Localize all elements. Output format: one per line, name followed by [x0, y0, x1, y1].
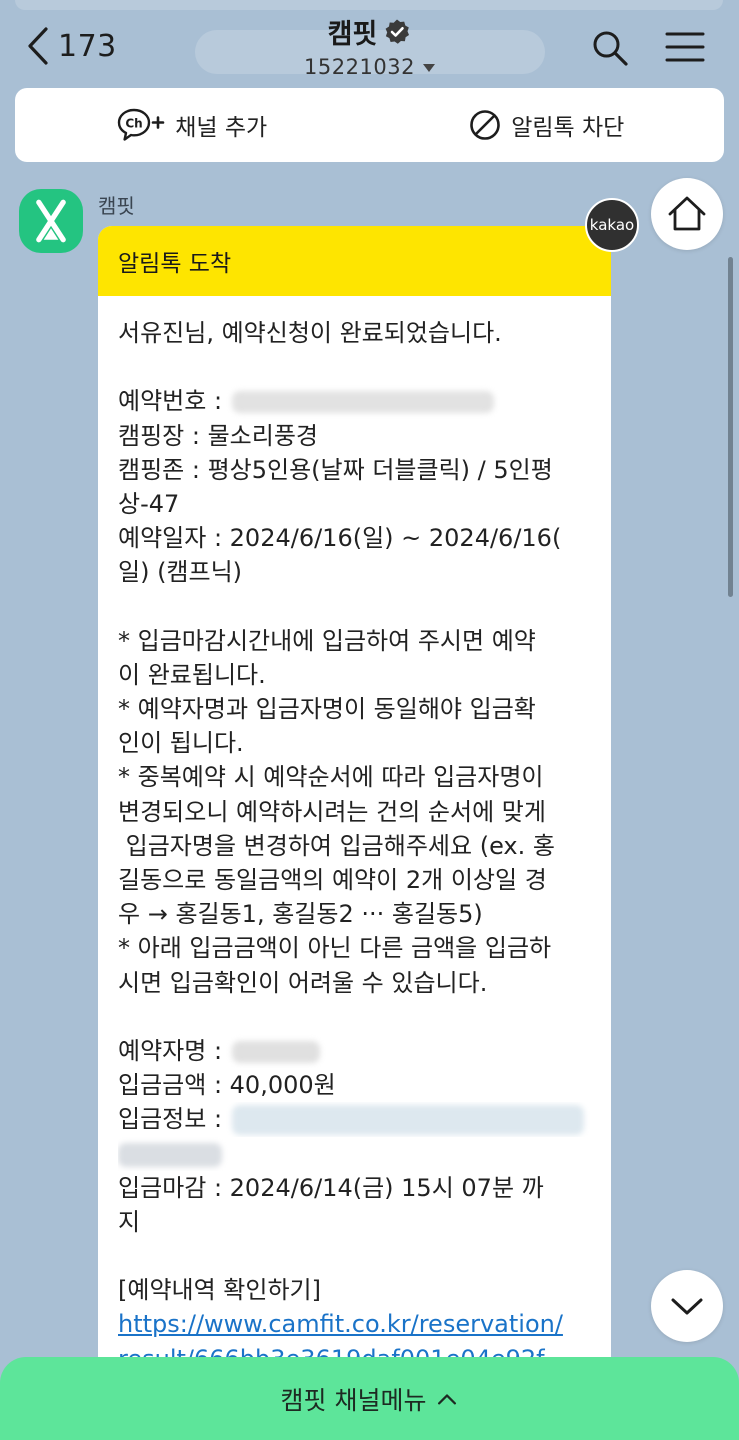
home-icon: [668, 196, 706, 231]
depositor-line: 예약자명 :: [118, 1034, 591, 1068]
scrollbar[interactable]: [728, 257, 733, 597]
sender-avatar[interactable]: [19, 189, 83, 253]
chevron-up-icon: [438, 1393, 457, 1405]
sender-name: 캠핏: [98, 194, 135, 218]
camp-zone-line-cont: 상-47: [118, 489, 180, 518]
deposit-amount-line: 입금금액 : 40,000원: [118, 1071, 336, 1100]
notice-text: 입금자명을 변경하여 입금해주세요 (ex. 홍: [118, 831, 555, 860]
bank-info-label: 입금정보 :: [118, 1105, 223, 1134]
search-button[interactable]: [590, 28, 630, 68]
scroll-down-button[interactable]: [651, 1270, 723, 1342]
channel-id: 15221032: [304, 55, 415, 79]
alimtalk-message: 알림톡 도착 서유진님, 예약신청이 완료되었습니다. 예약번호 : 캠핑장 :…: [98, 226, 611, 1366]
reservation-number-line: 예약번호 :: [118, 384, 591, 418]
channel-menu-bar[interactable]: 캠핏 채널메뉴: [0, 1357, 739, 1440]
reservation-date-line-cont: 일) (캠프닉): [118, 558, 243, 587]
channel-title: 캠핏: [327, 19, 378, 50]
deposit-deadline-line: 입금마감 : 2024/6/14(금) 15시 07분 까: [118, 1173, 544, 1202]
notice-text: 우 → 홍길동1, 홍길동2 ··· 홍길동5): [118, 900, 483, 929]
channel-menu-label: 캠핏 채널메뉴: [280, 1385, 427, 1415]
notice-text: * 입금마감시간내에 입금하여 주시면 예약: [118, 626, 536, 655]
notice-text: 길동으로 동일금액의 예약이 2개 이상일 경: [118, 866, 547, 894]
search-icon: [593, 31, 628, 66]
redacted-bank-info: [231, 1105, 584, 1136]
notice-text: * 아래 입금금액이 아닌 다른 금액을 입금하: [118, 934, 552, 963]
camfit-logo-icon: [36, 199, 66, 243]
notice-text: 변경되오니 예약하시려는 건의 순서에 맞게: [118, 797, 546, 826]
verified-badge-icon: [385, 19, 410, 44]
redacted-depositor-name: [231, 1040, 320, 1063]
chat-screen: 173 캠핏 15221032 Ch 채널 추가 알림톡 차단 캠핏 알림톡 도…: [0, 0, 739, 1440]
notice-text: 시면 입금확인이 어려울 수 있습니다.: [118, 968, 488, 997]
menu-icon: [665, 32, 705, 62]
menu-button[interactable]: [664, 30, 706, 64]
camp-site-line: 캠핑장 : 물소리풍경: [118, 421, 318, 450]
redacted-bank-info-cont: [118, 1142, 222, 1167]
depositor-label: 예약자명 :: [118, 1036, 223, 1065]
add-channel-label: 채널 추가: [175, 115, 268, 141]
home-button[interactable]: [651, 178, 723, 250]
reservation-date-line: 예약일자 : 2024/6/16(일) ~ 2024/6/16(: [118, 524, 562, 553]
greeting-text: 서유진님, 예약신청이 완료되었습니다.: [118, 319, 502, 347]
camp-zone-line: 캠핑존 : 평상5인용(날짜 더블클릭) / 5인평: [118, 455, 553, 484]
bank-info-line-cont: [118, 1137, 591, 1171]
caret-down-icon: [422, 64, 435, 72]
channel-add-icon: Ch: [118, 108, 165, 141]
notice-text: * 예약자명과 입금자명이 동일해야 입금확: [118, 695, 536, 724]
block-alimtalk-button[interactable]: 알림톡 차단: [370, 88, 725, 162]
redacted-reservation-number: [231, 391, 494, 414]
message-body: 서유진님, 예약신청이 완료되었습니다. 예약번호 : 캠핑장 : 물소리풍경 …: [98, 296, 611, 1366]
chevron-down-icon: [671, 1298, 703, 1315]
notice-text: 인이 됩니다.: [118, 729, 244, 758]
kakao-badge: kakao: [585, 198, 639, 252]
notice-text: * 중복예약 시 예약순서에 따라 입금자명이: [118, 763, 544, 792]
link-title: [예약내역 확인하기]: [118, 1276, 321, 1305]
message-header: 알림톡 도착: [98, 226, 611, 296]
reservation-link[interactable]: https://www.camfit.co.kr/reservation/: [118, 1307, 591, 1341]
block-icon: [470, 110, 500, 140]
notice-text: 이 완료됩니다.: [118, 660, 266, 689]
deposit-deadline-line-cont: 지: [118, 1207, 141, 1236]
reservation-number-label: 예약번호 :: [118, 387, 223, 416]
header: 173 캠핏 15221032: [0, 0, 739, 88]
bank-info-line: 입금정보 :: [118, 1102, 591, 1136]
channel-actions: Ch 채널 추가 알림톡 차단: [15, 88, 724, 162]
svg-text:Ch: Ch: [126, 117, 143, 131]
add-channel-button[interactable]: Ch 채널 추가: [15, 88, 370, 162]
block-alimtalk-label: 알림톡 차단: [511, 115, 625, 141]
